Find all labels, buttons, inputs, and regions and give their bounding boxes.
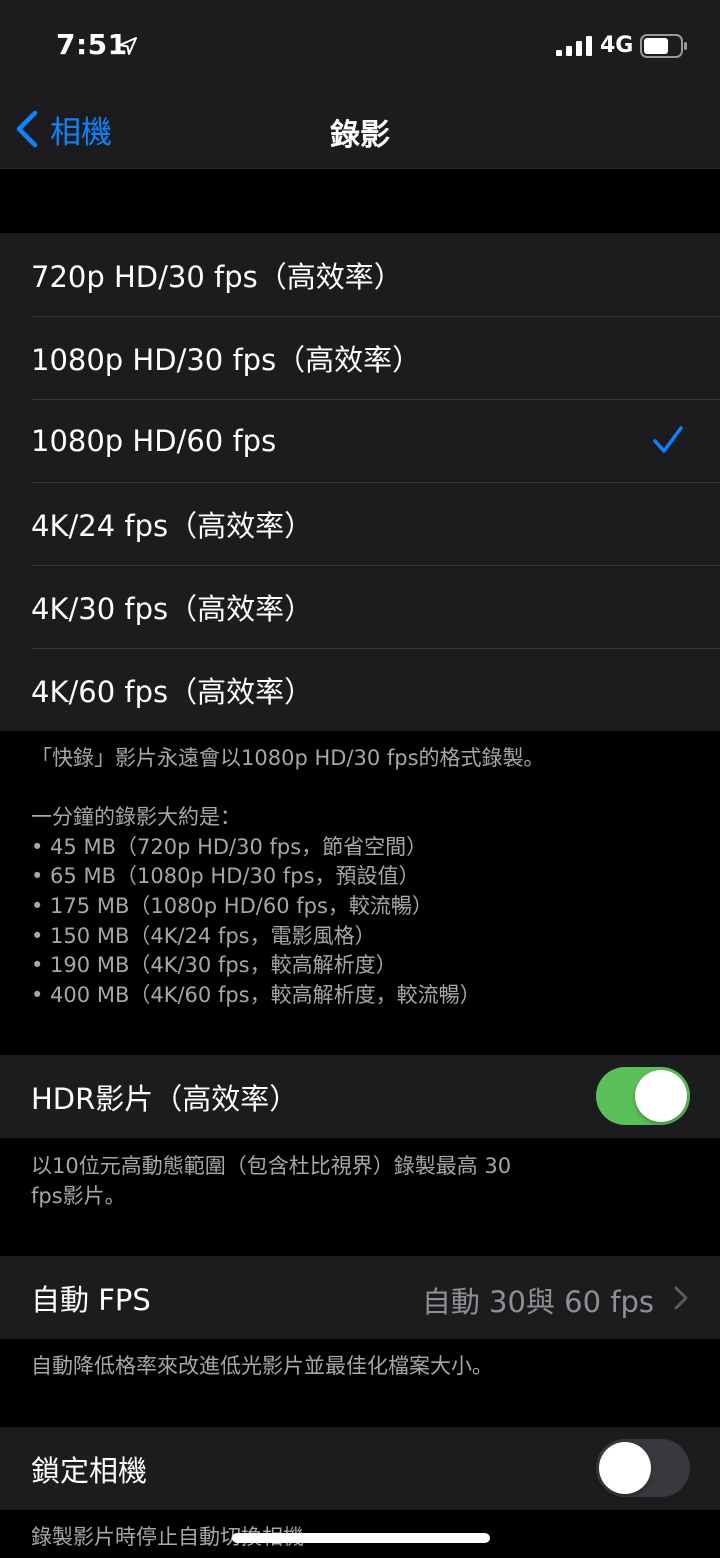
status-time: 7:51 [56, 28, 128, 61]
format-option-1080p-30[interactable]: 1080p HD/30 fps（高效率） [0, 316, 720, 399]
auto-fps-row[interactable]: 自動 FPS 自動 30與 60 fps [0, 1256, 720, 1339]
hdr-footer: 以10位元高動態範圍（包含杜比視界）錄製最高 30 fps影片。 [31, 1152, 691, 1211]
hdr-video-toggle[interactable] [596, 1067, 690, 1125]
format-footer: 「快錄」影片永遠會以1080p HD/30 fps的格式錄製。 一分鐘的錄影大約… [31, 744, 691, 1010]
hdr-group: HDR影片（高效率） [0, 1055, 720, 1138]
lock-camera-row: 鎖定相機 [0, 1427, 720, 1510]
auto-fps-label: 自動 FPS [31, 1282, 151, 1317]
hdr-footer-line: fps影片。 [31, 1183, 126, 1208]
size-item: • 400 MB（4K/60 fps，較高解析度，較流暢） [31, 982, 481, 1007]
cellular-signal-icon [556, 36, 592, 56]
format-option-label: 1080p HD/60 fps [31, 423, 277, 458]
format-option-label: 4K/24 fps（高效率） [31, 508, 314, 543]
size-item: • 190 MB（4K/30 fps，較高解析度） [31, 953, 397, 978]
chevron-right-icon [674, 1286, 688, 1310]
footer-spacer [31, 774, 691, 804]
auto-fps-group: 自動 FPS 自動 30與 60 fps [0, 1256, 720, 1339]
battery-icon [640, 34, 687, 58]
format-option-label: 4K/30 fps（高效率） [31, 591, 314, 626]
network-type: 4G [600, 33, 634, 58]
size-item: • 45 MB（720p HD/30 fps，節省空間） [31, 834, 428, 859]
format-option-label: 4K/60 fps（高效率） [31, 674, 314, 709]
hdr-video-label: HDR影片（高效率） [31, 1081, 299, 1116]
video-format-list: 720p HD/30 fps（高效率） 1080p HD/30 fps（高效率）… [0, 233, 720, 731]
home-indicator[interactable] [232, 1533, 490, 1543]
auto-fps-footer-text: 自動降低格率來改進低光影片並最佳化檔案大小。 [31, 1354, 493, 1378]
format-option-720p-30[interactable]: 720p HD/30 fps（高效率） [0, 233, 720, 316]
size-item: • 150 MB（4K/24 fps，電影風格） [31, 923, 376, 948]
format-option-label: 1080p HD/30 fps（高效率） [31, 342, 422, 377]
format-option-label: 720p HD/30 fps（高效率） [31, 259, 403, 294]
hdr-video-row: HDR影片（高效率） [0, 1055, 720, 1138]
lock-camera-group: 鎖定相機 [0, 1427, 720, 1510]
quicktake-note: 「快錄」影片永遠會以1080p HD/30 fps的格式錄製。 [31, 746, 545, 770]
format-option-1080p-60[interactable]: 1080p HD/60 fps [0, 399, 720, 482]
hdr-footer-line: 以10位元高動態範圍（包含杜比視界）錄製最高 30 [31, 1154, 512, 1178]
format-option-4k-60[interactable]: 4K/60 fps（高效率） [0, 648, 720, 731]
status-bar: 7:51 4G [0, 0, 720, 92]
auto-fps-footer: 自動降低格率來改進低光影片並最佳化檔案大小。 [31, 1352, 691, 1382]
format-option-4k-24[interactable]: 4K/24 fps（高效率） [0, 482, 720, 565]
location-arrow-icon [119, 37, 137, 55]
format-option-4k-30[interactable]: 4K/30 fps（高效率） [0, 565, 720, 648]
auto-fps-value: 自動 30與 60 fps [421, 1285, 654, 1319]
size-intro: 一分鐘的錄影大約是： [31, 805, 241, 830]
size-item: • 175 MB（1080p HD/60 fps，較流暢） [31, 893, 433, 918]
page-title: 錄影 [330, 118, 390, 153]
checkmark-icon [653, 426, 683, 453]
size-item: • 65 MB（1080p HD/30 fps，預設值） [31, 864, 420, 889]
toggle-knob [635, 1070, 687, 1122]
navigation-bar: 相機 錄影 [0, 92, 720, 169]
lock-camera-label: 鎖定相機 [31, 1453, 148, 1488]
toggle-knob [599, 1442, 651, 1494]
lock-camera-toggle[interactable] [596, 1439, 690, 1497]
